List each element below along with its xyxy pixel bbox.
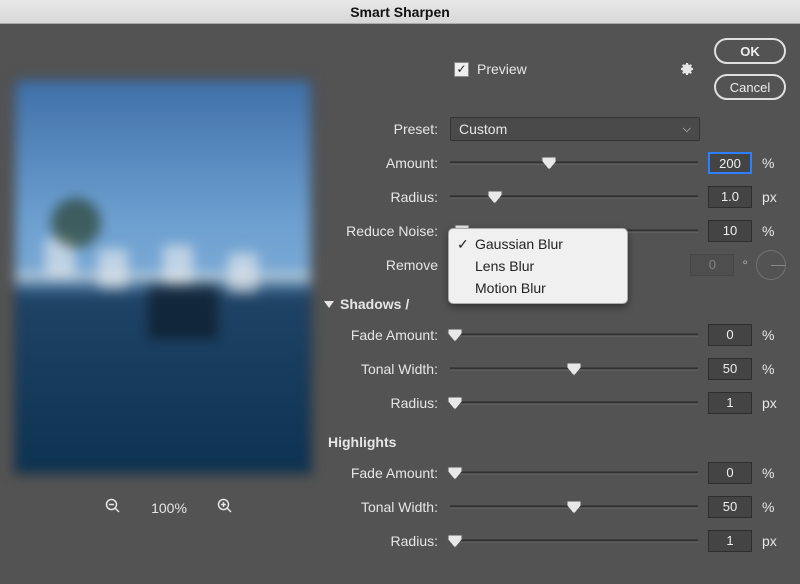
highlights-radius-slider[interactable]	[450, 529, 698, 553]
preview-checkbox[interactable]: ✓	[454, 62, 469, 77]
remove-label: Remove	[324, 257, 440, 273]
zoom-in-icon[interactable]	[217, 498, 233, 517]
dialog-title: Smart Sharpen	[0, 0, 800, 24]
preset-value: Custom	[459, 121, 507, 137]
amount-unit: %	[762, 155, 786, 171]
reduce-noise-unit: %	[762, 223, 786, 239]
preview-image	[14, 79, 312, 474]
highlights-radius-field[interactable]: 1	[708, 530, 752, 552]
highlights-fade-field[interactable]: 0	[708, 462, 752, 484]
reduce-noise-field[interactable]: 10	[708, 220, 752, 242]
highlights-radius-label: Radius:	[324, 533, 440, 549]
shadows-fade-slider[interactable]	[450, 323, 698, 347]
radius-field[interactable]: 1.0	[708, 186, 752, 208]
highlights-tonal-unit: %	[762, 499, 786, 515]
preview-label: Preview	[477, 61, 527, 77]
shadows-tonal-label: Tonal Width:	[324, 361, 440, 377]
shadows-fade-unit: %	[762, 327, 786, 343]
shadows-tonal-slider[interactable]	[450, 357, 698, 381]
amount-label: Amount:	[324, 155, 440, 171]
shadows-radius-slider[interactable]	[450, 391, 698, 415]
radius-slider[interactable]	[450, 185, 698, 209]
shadows-fade-field[interactable]: 0	[708, 324, 752, 346]
angle-dial[interactable]	[756, 250, 786, 280]
disclosure-triangle-icon	[324, 301, 334, 308]
chevron-down-icon: ⌵	[683, 123, 691, 136]
remove-dropdown[interactable]: Gaussian Blur Lens Blur Motion Blur	[448, 228, 628, 304]
zoom-out-icon[interactable]	[105, 498, 121, 517]
amount-slider[interactable]	[450, 151, 698, 175]
shadows-tonal-unit: %	[762, 361, 786, 377]
shadows-radius-unit: px	[762, 395, 786, 411]
ok-button[interactable]: OK	[714, 38, 786, 64]
radius-label: Radius:	[324, 189, 440, 205]
remove-option-motion[interactable]: Motion Blur	[449, 277, 627, 299]
remove-option-gaussian[interactable]: Gaussian Blur	[449, 233, 627, 255]
highlights-tonal-label: Tonal Width:	[324, 499, 440, 515]
remove-angle-field[interactable]: 0	[690, 254, 734, 276]
radius-unit: px	[762, 189, 786, 205]
highlights-fade-slider[interactable]	[450, 461, 698, 485]
cancel-button[interactable]: Cancel	[714, 74, 786, 100]
highlights-section-label: Highlights	[328, 434, 396, 450]
shadows-tonal-field[interactable]: 50	[708, 358, 752, 380]
degree-unit: °	[742, 257, 748, 273]
shadows-radius-field[interactable]: 1	[708, 392, 752, 414]
gear-icon[interactable]	[678, 60, 694, 79]
shadows-fade-label: Fade Amount:	[324, 327, 440, 343]
highlights-fade-unit: %	[762, 465, 786, 481]
remove-option-lens[interactable]: Lens Blur	[449, 255, 627, 277]
highlights-section-header: Highlights	[328, 434, 786, 450]
preset-label: Preset:	[324, 121, 440, 137]
zoom-level: 100%	[151, 500, 187, 516]
reduce-noise-label: Reduce Noise:	[324, 223, 440, 239]
shadows-section-label: Shadows /	[340, 296, 409, 312]
highlights-radius-unit: px	[762, 533, 786, 549]
highlights-tonal-field[interactable]: 50	[708, 496, 752, 518]
amount-field[interactable]: 200	[708, 152, 752, 174]
highlights-tonal-slider[interactable]	[450, 495, 698, 519]
shadows-radius-label: Radius:	[324, 395, 440, 411]
highlights-fade-label: Fade Amount:	[324, 465, 440, 481]
preset-select[interactable]: Custom ⌵	[450, 117, 700, 141]
